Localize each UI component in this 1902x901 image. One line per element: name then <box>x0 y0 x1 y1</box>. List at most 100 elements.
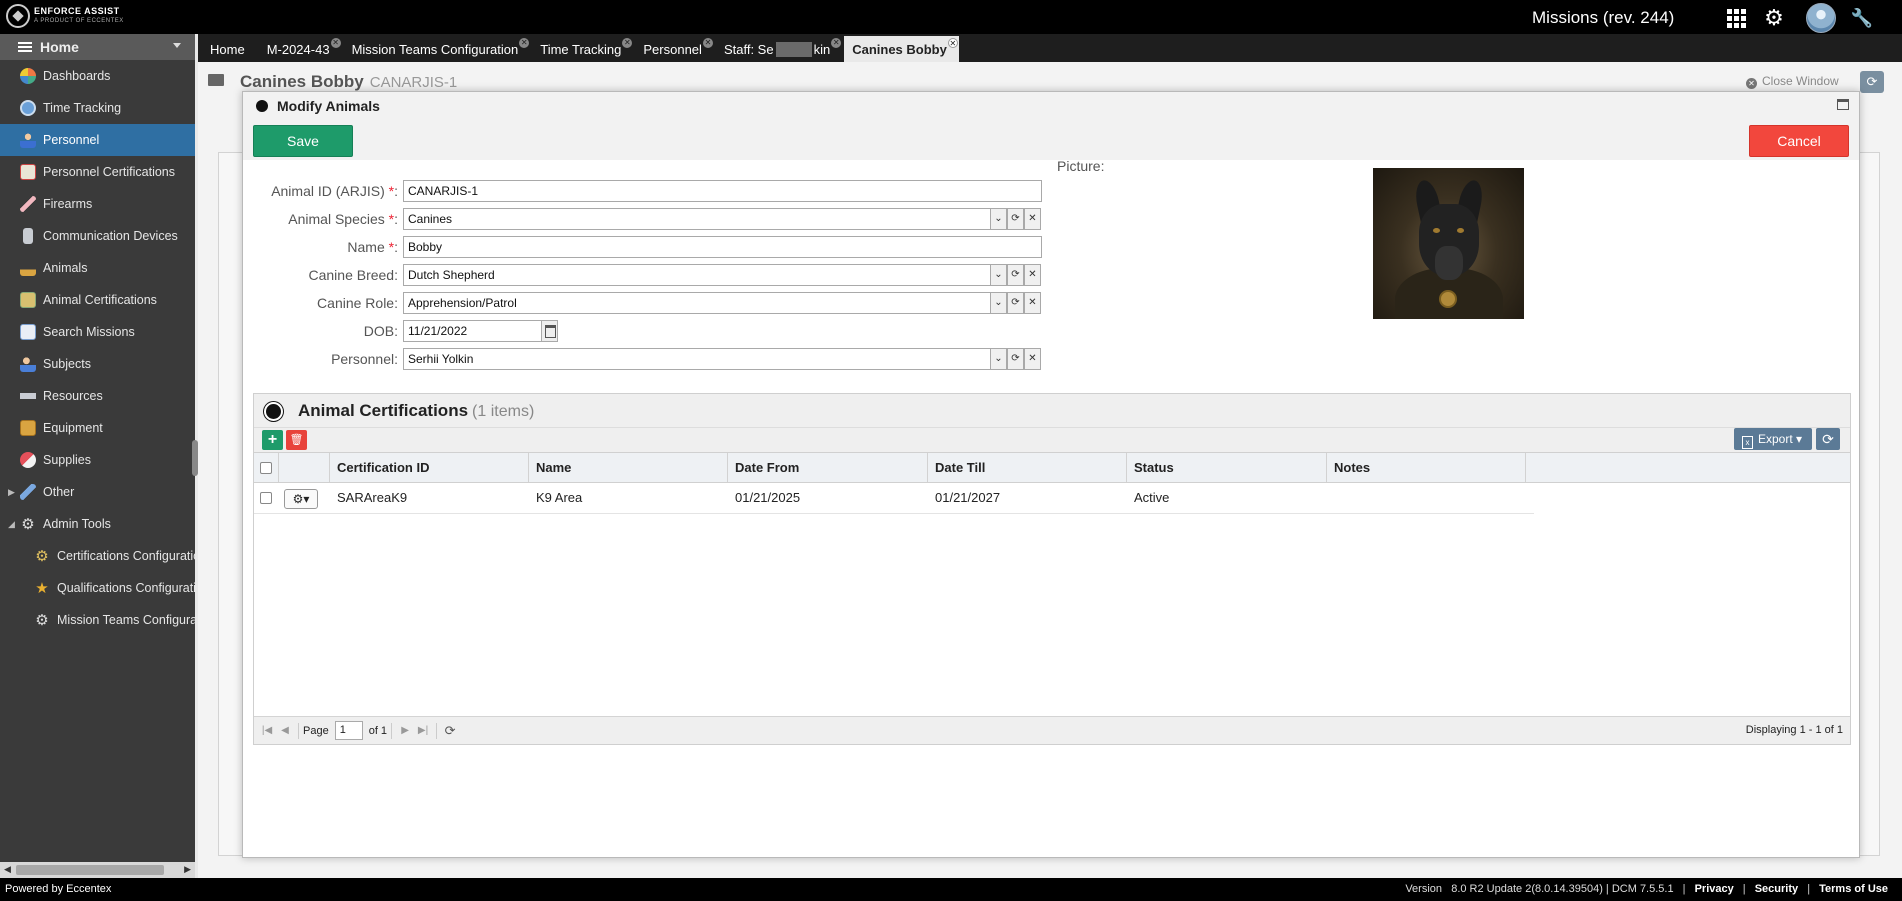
tab-home[interactable]: Home <box>202 36 257 62</box>
sidebar-item-personnel-certifications[interactable]: Personnel Certifications <box>0 156 195 188</box>
refresh-icon[interactable]: ⟳ <box>1007 348 1024 370</box>
sidebar-item-admin-tools[interactable]: ◢ ⚙ Admin Tools <box>0 508 195 540</box>
sidebar-item-personnel[interactable]: Personnel <box>0 124 195 156</box>
row-actions-gear-icon[interactable]: ⚙▾ <box>284 488 318 509</box>
scroll-left-icon[interactable]: ◀ <box>4 864 11 875</box>
column-header-date-from[interactable]: Date From <box>728 453 928 482</box>
column-header-notes[interactable]: Notes <box>1327 453 1526 482</box>
close-window-link[interactable]: ✕ Close Window <box>1746 74 1839 89</box>
clear-icon[interactable]: ✕ <box>1024 292 1041 314</box>
close-tab-icon[interactable]: ✕ <box>622 38 633 48</box>
sidebar-item-other[interactable]: ▶ Other <box>0 476 195 508</box>
tab-m-2024-43[interactable]: M-2024-43 ✕ <box>259 36 342 62</box>
animal-id-row: Animal ID (ARJIS) *: CANARJIS-1 <box>243 180 1042 202</box>
settings-gear-icon[interactable]: ⚙ <box>1762 6 1786 30</box>
page-number-input[interactable]: 1 <box>334 721 363 740</box>
first-page-icon[interactable]: |◀ <box>258 725 276 736</box>
column-header-status[interactable]: Status <box>1127 453 1327 482</box>
folder-icon <box>208 74 224 86</box>
tab-mission-teams-configuration[interactable]: Mission Teams Configuration ✕ <box>344 36 531 62</box>
sidebar-item-communication-devices[interactable]: Communication Devices <box>0 220 195 252</box>
chevron-down-icon[interactable]: ⌄ <box>990 208 1007 230</box>
chevron-down-icon[interactable]: ⌄ <box>990 264 1007 286</box>
dob-input[interactable]: 11/21/2022 <box>403 320 541 342</box>
chevron-down-icon[interactable] <box>173 43 181 48</box>
privacy-link[interactable]: Privacy <box>1695 883 1734 895</box>
column-header-certification-id[interactable]: Certification ID <box>330 453 529 482</box>
sidebar-item-supplies[interactable]: Supplies <box>0 444 195 476</box>
animal-id-input[interactable]: CANARJIS-1 <box>403 180 1042 202</box>
hamburger-menu-icon[interactable] <box>18 42 32 52</box>
cancel-button[interactable]: Cancel <box>1749 125 1849 157</box>
delete-record-button[interactable]: 🗑 <box>286 430 307 450</box>
sidebar-item-qualifications-configuration[interactable]: ★ Qualifications Configuratio <box>0 572 195 604</box>
personnel-combo[interactable]: Serhii Yolkin ⌄ ⟳ ✕ <box>403 348 1041 370</box>
tab-staff[interactable]: Staff: Se kin ✕ <box>716 36 842 62</box>
sidebar-item-firearms[interactable]: Firearms <box>0 188 195 220</box>
close-tab-icon[interactable]: ✕ <box>947 38 958 48</box>
close-tab-icon[interactable]: ✕ <box>330 38 341 48</box>
animal-picture[interactable] <box>1373 168 1524 319</box>
animal-species-combo[interactable]: Canines ⌄ ⟳ ✕ <box>403 208 1041 230</box>
user-avatar[interactable] <box>1806 3 1836 33</box>
sidebar-item-animals[interactable]: Animals <box>0 252 195 284</box>
refresh-icon[interactable]: ⟳ <box>1007 208 1024 230</box>
sidebar-item-search-missions[interactable]: Search Missions <box>0 316 195 348</box>
canine-breed-combo[interactable]: Dutch Shepherd ⌄ ⟳ ✕ <box>403 264 1041 286</box>
select-all-checkbox[interactable] <box>260 462 272 474</box>
export-button[interactable]: x Export ▾ <box>1734 428 1812 450</box>
collapse-arrow-icon[interactable]: ◢ <box>8 519 18 530</box>
chevron-down-icon[interactable]: ⌄ <box>990 292 1007 314</box>
add-record-button[interactable]: + <box>262 430 283 450</box>
prev-page-icon[interactable]: ◀ <box>276 725 294 736</box>
sidebar-item-time-tracking[interactable]: Time Tracking <box>0 92 195 124</box>
sidebar-item-dashboards[interactable]: Dashboards <box>0 60 195 92</box>
app-logo[interactable]: ENFORCE ASSIST A PRODUCT OF ECCENTEX <box>6 4 124 28</box>
expand-arrow-icon[interactable]: ▶ <box>8 487 18 498</box>
name-input[interactable]: Bobby <box>403 236 1042 258</box>
last-page-icon[interactable]: ▶| <box>414 725 432 736</box>
maximize-icon[interactable] <box>1837 99 1849 110</box>
row-checkbox[interactable] <box>260 492 272 504</box>
scrollbar-thumb[interactable] <box>16 865 164 875</box>
sidebar-item-certifications-configuration[interactable]: ⚙ Certifications Configuratio <box>0 540 195 572</box>
tab-time-tracking[interactable]: Time Tracking ✕ <box>532 36 633 62</box>
sidebar-item-resources[interactable]: Resources <box>0 380 195 412</box>
animal-species-input[interactable]: Canines <box>403 208 990 230</box>
save-button[interactable]: Save <box>253 125 353 157</box>
sidebar-item-animal-certifications[interactable]: Animal Certifications <box>0 284 195 316</box>
sidebar-item-equipment[interactable]: Equipment <box>0 412 195 444</box>
scroll-right-icon[interactable]: ▶ <box>184 864 191 875</box>
next-page-icon[interactable]: ▶ <box>396 725 414 736</box>
sidebar-item-mission-teams-configuration[interactable]: ⚙ Mission Teams Configurat <box>0 604 195 636</box>
pager-refresh-icon[interactable]: ⟳ <box>441 723 459 739</box>
close-tab-icon[interactable]: ✕ <box>831 38 842 48</box>
column-header-name[interactable]: Name <box>529 453 728 482</box>
tab-canines-bobby[interactable]: Canines Bobby ✕ <box>844 36 959 62</box>
clear-icon[interactable]: ✕ <box>1024 208 1041 230</box>
canine-role-input[interactable]: Apprehension/Patrol <box>403 292 990 314</box>
close-tab-icon[interactable]: ✕ <box>702 38 713 48</box>
clear-icon[interactable]: ✕ <box>1024 264 1041 286</box>
canine-role-combo[interactable]: Apprehension/Patrol ⌄ ⟳ ✕ <box>403 292 1041 314</box>
sidebar-home[interactable]: Home <box>0 34 195 60</box>
tab-personnel[interactable]: Personnel ✕ <box>635 36 714 62</box>
chevron-down-icon[interactable]: ⌄ <box>990 348 1007 370</box>
close-tab-icon[interactable]: ✕ <box>519 38 530 48</box>
canine-breed-input[interactable]: Dutch Shepherd <box>403 264 990 286</box>
page-refresh-button[interactable]: ⟳ <box>1860 71 1884 93</box>
sidebar-horizontal-scrollbar[interactable]: ◀ ▶ <box>0 862 195 878</box>
sidebar-item-subjects[interactable]: Subjects <box>0 348 195 380</box>
table-row[interactable]: ⚙▾ SARAreaK9 K9 Area 01/21/2025 01/21/20… <box>254 483 1534 514</box>
grid-refresh-button[interactable]: ⟳ <box>1816 428 1840 450</box>
personnel-input[interactable]: Serhii Yolkin <box>403 348 990 370</box>
refresh-icon[interactable]: ⟳ <box>1007 264 1024 286</box>
calendar-icon[interactable] <box>541 320 558 342</box>
terms-of-use-link[interactable]: Terms of Use <box>1819 883 1888 895</box>
refresh-icon[interactable]: ⟳ <box>1007 292 1024 314</box>
column-header-date-till[interactable]: Date Till <box>928 453 1127 482</box>
security-link[interactable]: Security <box>1755 883 1798 895</box>
clear-icon[interactable]: ✕ <box>1024 348 1041 370</box>
wrench-icon[interactable]: 🔧 <box>1850 6 1874 30</box>
apps-grid-icon[interactable] <box>1724 6 1748 30</box>
